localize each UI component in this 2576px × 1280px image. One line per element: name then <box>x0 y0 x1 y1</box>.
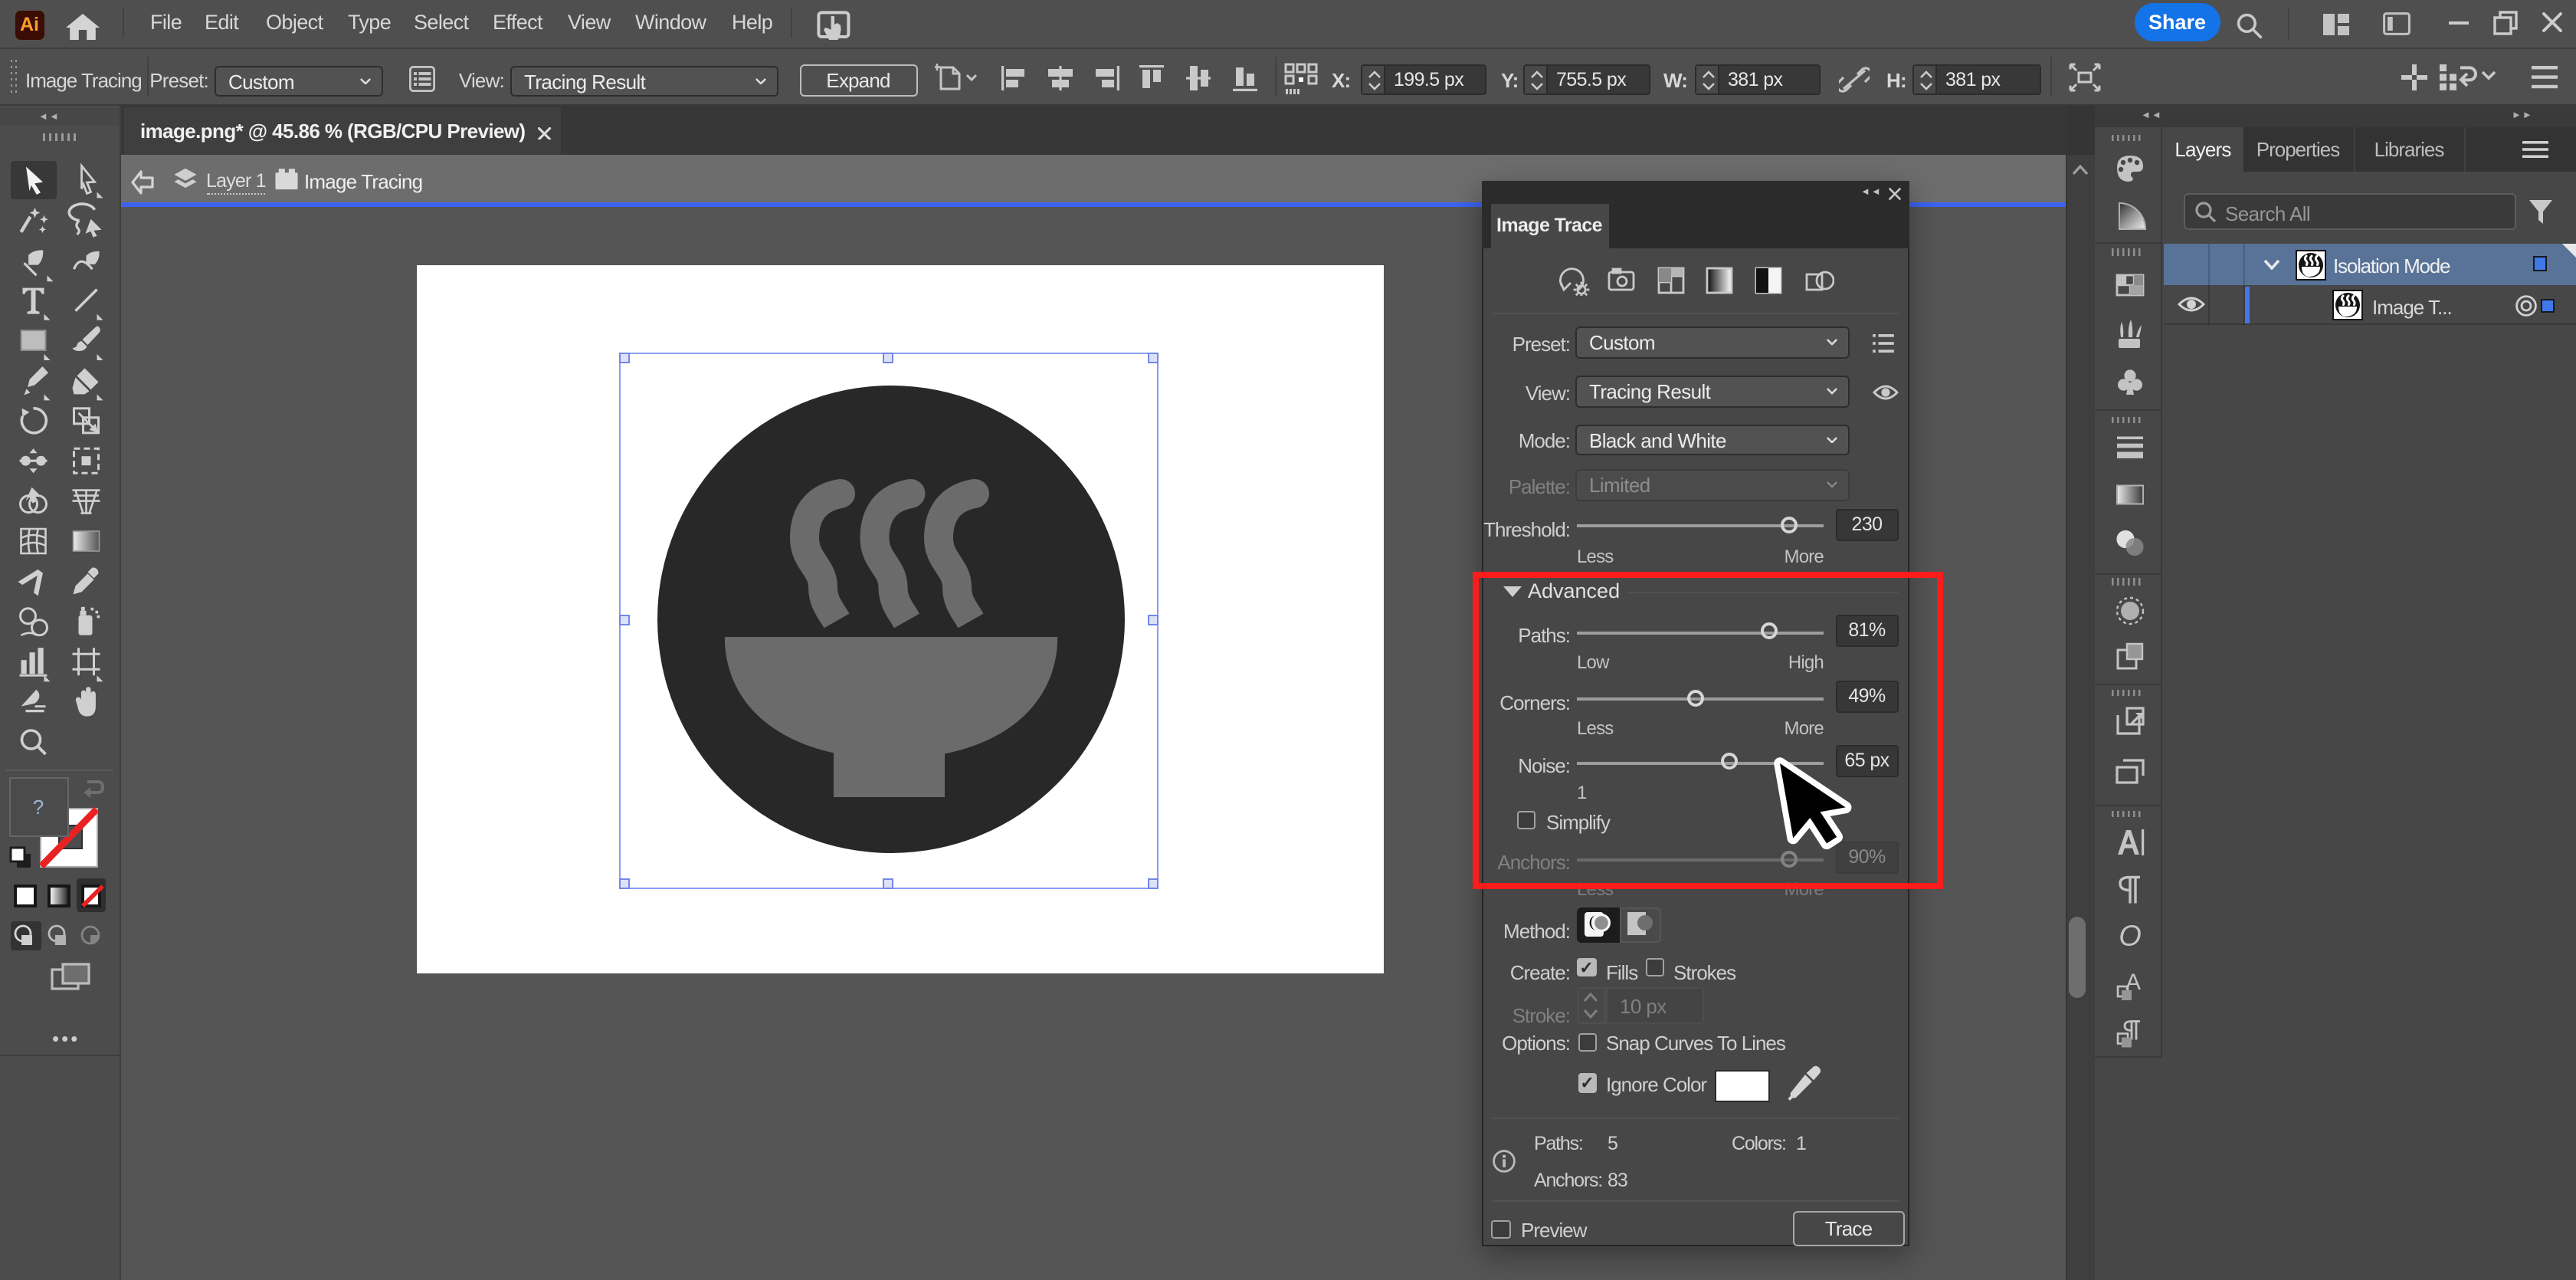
svg-text:O: O <box>2118 921 2141 953</box>
